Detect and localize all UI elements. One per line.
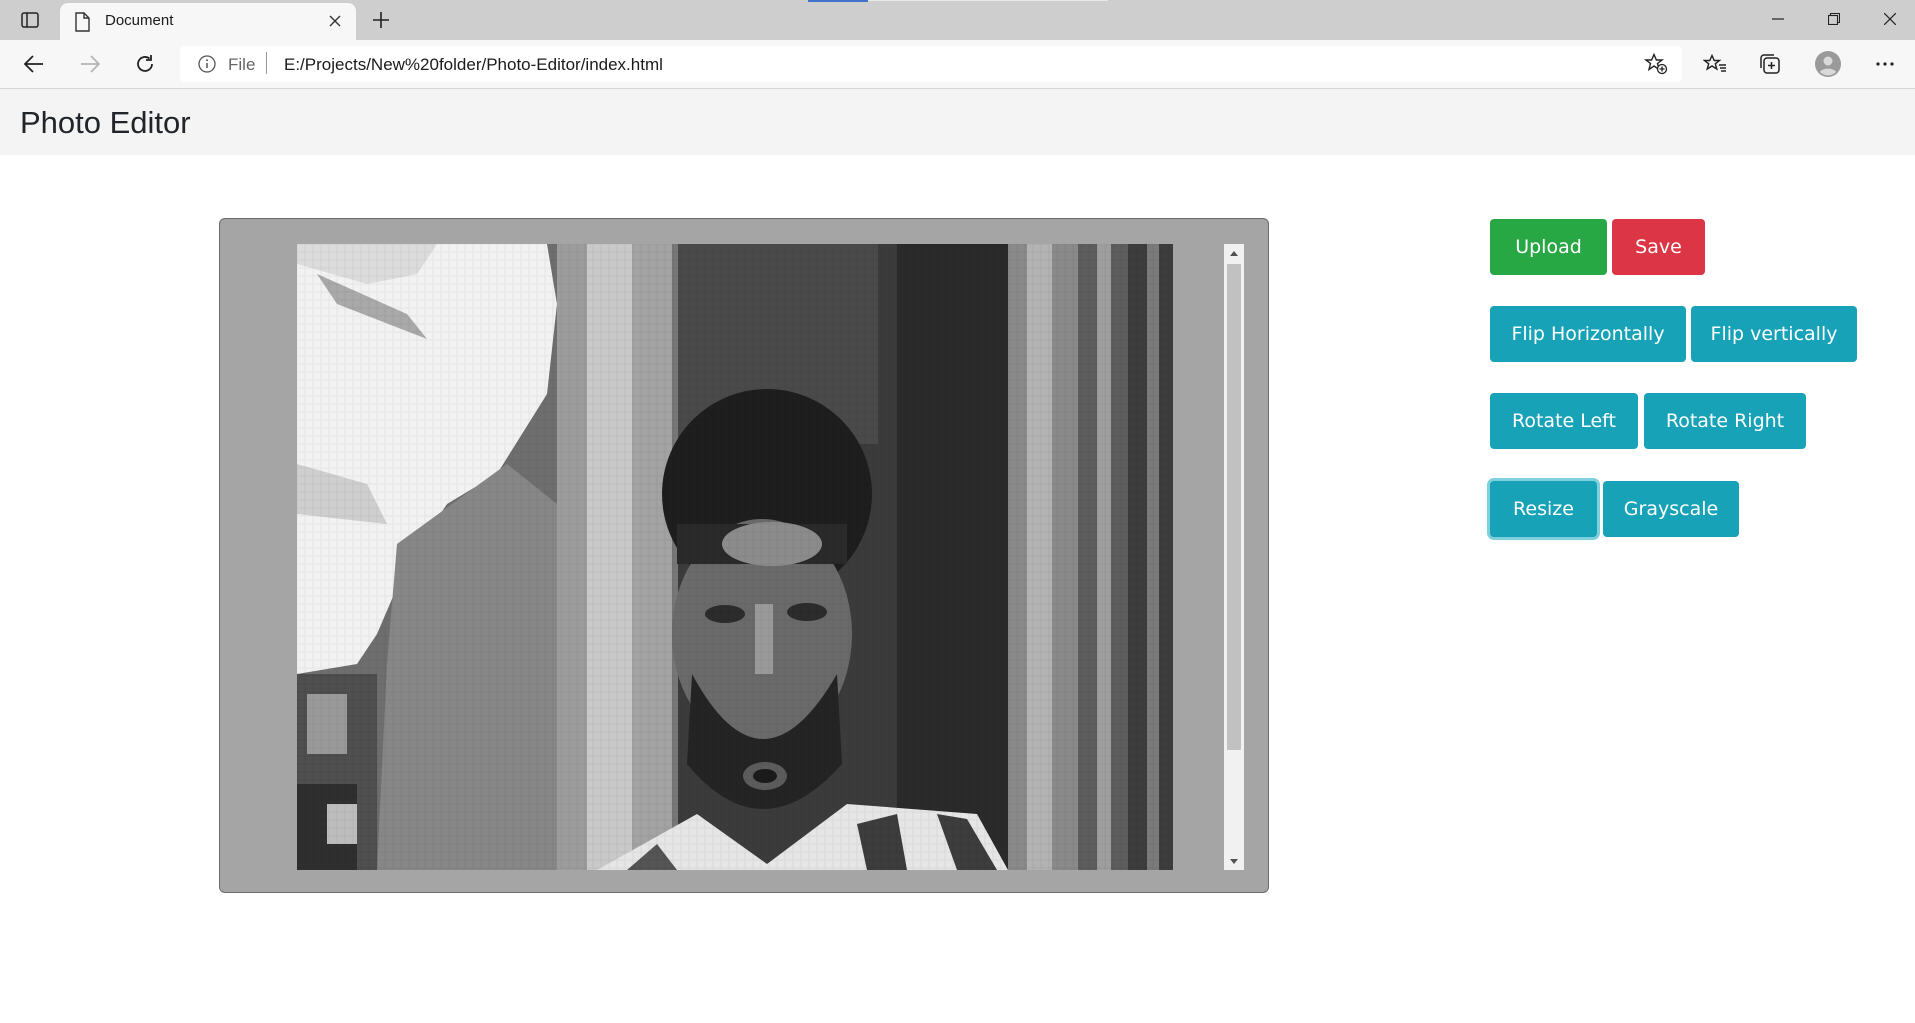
flip-vertical-button[interactable]: Flip vertically <box>1691 306 1857 362</box>
back-button[interactable] <box>17 47 51 81</box>
scroll-down-button[interactable] <box>1224 852 1244 870</box>
photo-canvas[interactable] <box>297 244 1173 870</box>
triangle-up-icon <box>1230 250 1238 256</box>
minimize-button[interactable] <box>1750 0 1806 38</box>
profile-icon <box>1815 51 1841 77</box>
loading-indicator <box>808 0 868 2</box>
canvas-scrollbar[interactable] <box>1224 244 1244 870</box>
page-title: Photo Editor <box>20 105 191 140</box>
refresh-icon <box>137 55 153 72</box>
loading-track <box>868 0 1108 1</box>
grayscale-photo-image <box>297 244 1173 870</box>
tab-actions-button[interactable] <box>14 8 46 32</box>
forward-arrow-icon <box>81 55 100 73</box>
back-arrow-icon <box>24 55 43 73</box>
address-url[interactable]: E:/Projects/New%20folder/Photo-Editor/in… <box>284 55 663 75</box>
grayscale-button[interactable]: Grayscale <box>1603 481 1739 537</box>
add-favorite-icon[interactable] <box>1644 53 1668 75</box>
forward-button[interactable] <box>73 47 107 81</box>
page-header: Photo Editor <box>0 89 1915 155</box>
more-icon <box>1876 62 1894 66</box>
new-tab-button[interactable] <box>368 7 394 33</box>
restore-icon <box>1828 13 1840 25</box>
triangle-down-icon <box>1230 858 1238 864</box>
flip-horizontal-button[interactable]: Flip Horizontally <box>1490 306 1686 362</box>
minimize-icon <box>1772 18 1784 20</box>
scrollbar-thumb[interactable] <box>1227 264 1241 750</box>
page-icon <box>75 12 90 32</box>
upload-button[interactable]: Upload <box>1490 219 1607 275</box>
tab-actions-icon <box>21 12 39 28</box>
tab-title: Document <box>105 12 174 29</box>
address-scheme: File <box>228 55 256 74</box>
restore-button[interactable] <box>1806 0 1862 38</box>
scroll-up-button[interactable] <box>1224 244 1244 262</box>
browser-toolbar: File E:/Projects/New%20folder/Photo-Edit… <box>0 40 1915 89</box>
close-tab-button[interactable] <box>324 10 346 32</box>
save-button[interactable]: Save <box>1612 219 1705 275</box>
favorites-icon <box>1703 54 1726 72</box>
rotate-right-button[interactable]: Rotate Right <box>1644 393 1806 449</box>
close-icon <box>329 15 341 27</box>
collections-button[interactable] <box>1753 47 1787 81</box>
profile-button[interactable] <box>1811 47 1845 81</box>
resize-button[interactable]: Resize <box>1490 481 1597 537</box>
browser-tab[interactable]: Document <box>60 3 356 40</box>
collections-icon <box>1760 54 1780 74</box>
rotate-left-button[interactable]: Rotate Left <box>1490 393 1638 449</box>
window-close-icon <box>1884 13 1896 25</box>
refresh-button[interactable] <box>128 47 162 81</box>
browser-tab-bar: Document <box>0 0 1915 40</box>
address-bar[interactable]: File E:/Projects/New%20folder/Photo-Edit… <box>180 46 1682 82</box>
plus-icon <box>373 12 389 28</box>
window-close-button[interactable] <box>1862 0 1915 38</box>
address-separator <box>266 52 267 74</box>
info-icon[interactable] <box>198 55 216 73</box>
more-button[interactable] <box>1868 47 1902 81</box>
favorites-button[interactable] <box>1698 47 1732 81</box>
